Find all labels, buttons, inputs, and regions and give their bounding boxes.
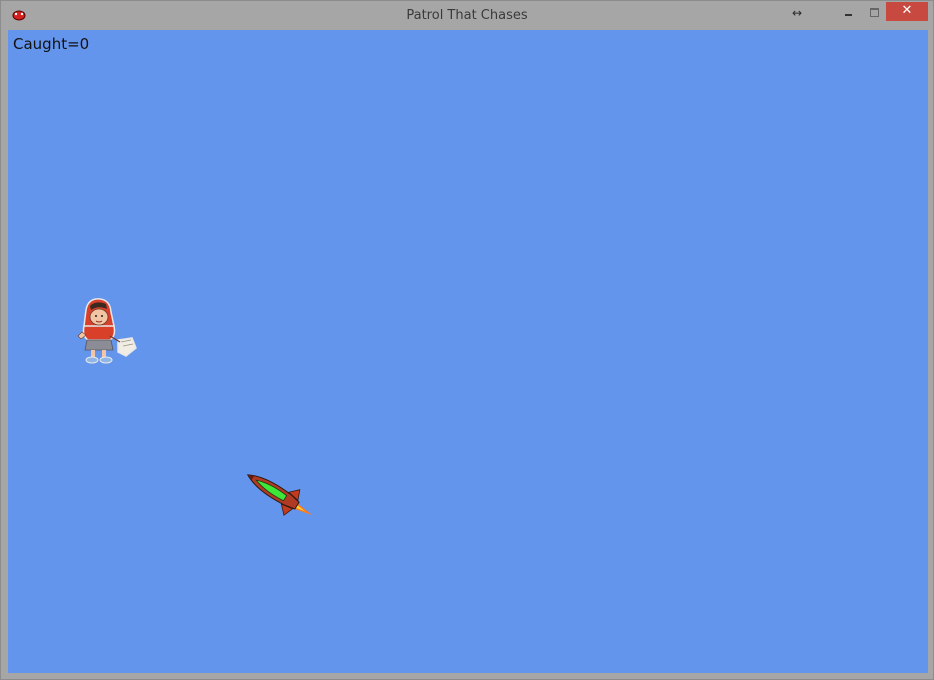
game-window: Patrol That Chases ↔ ✕ Caught=0	[0, 0, 934, 680]
rocket-sprite	[246, 474, 313, 516]
title-bar[interactable]: Patrol That Chases ↔ ✕	[1, 1, 933, 30]
maximize-icon	[870, 8, 879, 17]
girl-sprite	[77, 298, 137, 364]
game-canvas[interactable]: Caught=0	[8, 30, 928, 673]
minimize-icon	[845, 14, 852, 16]
caught-counter: Caught=0	[13, 35, 90, 53]
resize-icon[interactable]: ↔	[792, 6, 802, 20]
maximize-button[interactable]	[863, 2, 885, 22]
close-icon: ✕	[901, 3, 913, 18]
minimize-button[interactable]	[837, 2, 861, 22]
close-button[interactable]: ✕	[886, 2, 928, 21]
